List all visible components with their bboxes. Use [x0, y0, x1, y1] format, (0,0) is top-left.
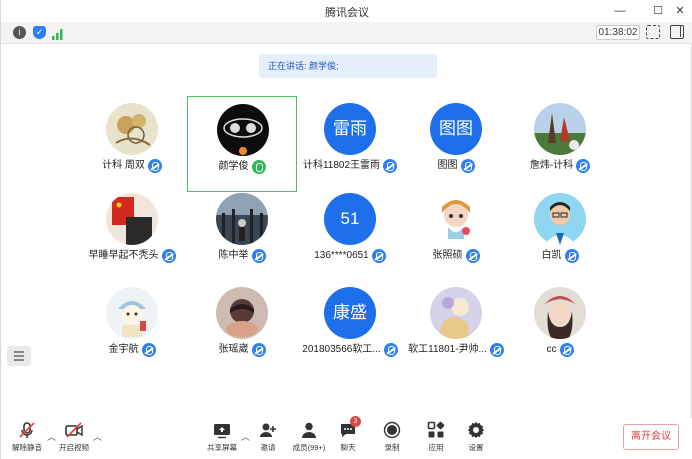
info-bar: i ✓ 01:38:02 — [1, 22, 692, 44]
avatar — [534, 193, 586, 245]
participant-name: 詹炜-计科 — [529, 160, 574, 171]
chat-icon: 3 — [339, 416, 361, 439]
avatar — [106, 103, 158, 155]
apps-button[interactable]: 应用 — [416, 421, 456, 457]
fullscreen-icon[interactable] — [646, 25, 660, 39]
sidebar-toggle-icon[interactable] — [670, 25, 684, 39]
record-icon — [383, 421, 401, 439]
chat-button[interactable]: 3 聊天 — [328, 416, 368, 457]
mic-muted-icon — [147, 159, 162, 173]
maximize-icon[interactable]: ☐ — [649, 3, 667, 19]
mic-muted-icon — [141, 343, 156, 357]
mic-muted-icon — [371, 249, 386, 263]
avatar: 康盛 — [324, 287, 376, 339]
participant-tile[interactable]: 图图 图图 — [401, 96, 511, 192]
participant-name: 图图 — [437, 160, 458, 171]
avatar — [430, 193, 482, 245]
mic-muted-icon — [161, 249, 176, 263]
mic-muted-icon — [18, 421, 36, 439]
mic-muted-icon — [460, 159, 475, 173]
participant-tile[interactable]: 颜学俊 — [187, 96, 297, 192]
participant-name: 颜学俊 — [218, 161, 249, 172]
avatar — [106, 287, 158, 339]
participant-name: cc — [546, 344, 557, 355]
participant-tile[interactable]: cc — [505, 280, 615, 376]
signal-icon[interactable] — [52, 27, 64, 40]
mic-muted-icon — [576, 159, 591, 173]
avatar — [216, 193, 268, 245]
leave-meeting-button[interactable]: 离开会议 — [623, 424, 679, 450]
avatar — [216, 287, 268, 339]
participant-name-row: 白凯 — [495, 248, 625, 264]
avatar — [534, 103, 586, 155]
participant-tile[interactable]: 张照硕 — [401, 186, 511, 282]
participant-tile[interactable]: 计科 周双 — [77, 96, 187, 192]
avatar — [106, 193, 158, 245]
participant-name-row: cc — [495, 342, 625, 358]
shield-icon[interactable]: ✓ — [33, 26, 46, 39]
participant-tile[interactable]: 51 136****0651 — [295, 186, 405, 282]
participant-name: 软工11801-尹帅... — [408, 344, 487, 355]
camera-off-icon — [65, 421, 83, 439]
mic-muted-icon — [251, 249, 266, 263]
participant-name: 201803566软工... — [302, 344, 381, 355]
close-icon[interactable]: ✕ — [671, 3, 689, 19]
participant-tile[interactable]: 陈中举 — [187, 186, 297, 282]
participant-tile[interactable]: 早睡早起不秃头 — [77, 186, 187, 282]
mic-active-icon — [251, 160, 266, 174]
share-screen-button[interactable]: 共享屏幕 — [202, 421, 242, 457]
mic-muted-icon — [251, 343, 266, 357]
participant-tile[interactable]: 软工11801-尹帅... — [401, 280, 511, 376]
unmute-button[interactable]: 解除静音 — [7, 421, 47, 457]
participant-name: 白凯 — [541, 250, 562, 261]
info-icon[interactable]: i — [13, 26, 26, 39]
meeting-window: 腾讯会议 — ☐ ✕ i ✓ 01:38:02 正在讲话: 颜学俊; 计科 周双… — [0, 0, 692, 459]
invite-button[interactable]: 邀请 — [248, 421, 288, 457]
participant-tile[interactable]: 张瑶崴 — [187, 280, 297, 376]
mic-muted-icon — [564, 249, 579, 263]
participant-tile[interactable]: 詹炜-计科 — [505, 96, 615, 192]
meeting-toolbar: 解除静音 ︿ 开启视频 ︿ 共享屏幕 ︿ 邀请 成员(99+) 3 聊天 录制 … — [1, 416, 692, 459]
participant-tile[interactable]: 雷雨计科11802王雷雨 — [295, 96, 405, 192]
minimize-icon[interactable]: — — [611, 3, 629, 19]
share-screen-icon — [213, 421, 231, 439]
participant-name: 陈中举 — [218, 250, 249, 261]
participant-tile[interactable]: 康盛 201803566软工... — [295, 280, 405, 376]
avatar — [217, 104, 269, 156]
participant-name: 计科 周双 — [102, 160, 145, 171]
participant-name-row: 詹炜-计科 — [495, 158, 625, 174]
participant-name: 早睡早起不秃头 — [88, 250, 159, 261]
participant-name: 金宇航 — [108, 344, 139, 355]
members-icon — [300, 421, 318, 439]
participant-list-handle[interactable] — [7, 346, 31, 366]
title-bar: 腾讯会议 — ☐ ✕ — [1, 0, 692, 22]
participant-name: 136****0651 — [314, 250, 369, 261]
avatar: 雷雨 — [324, 103, 376, 155]
add-user-icon — [259, 421, 277, 439]
record-button[interactable]: 录制 — [372, 421, 412, 457]
avatar — [534, 287, 586, 339]
window-title: 腾讯会议 — [325, 7, 369, 19]
participant-name: 张照硕 — [432, 250, 463, 261]
video-options-chevron-icon[interactable]: ︿ — [93, 430, 102, 443]
meeting-timer: 01:38:02 — [596, 25, 640, 40]
participant-name: 计科11802王雷雨 — [302, 160, 381, 171]
avatar — [430, 287, 482, 339]
participant-tile[interactable]: 金宇航 — [77, 280, 187, 376]
settings-button[interactable]: 设置 — [456, 421, 496, 457]
gear-icon — [467, 421, 485, 439]
members-button[interactable]: 成员(99+) — [289, 421, 329, 457]
speaking-indicator: 正在讲话: 颜学俊; — [259, 54, 437, 78]
avatar: 图图 — [430, 103, 482, 155]
start-video-button[interactable]: 开启视频 — [54, 421, 94, 457]
avatar: 51 — [324, 193, 376, 245]
mic-muted-icon — [559, 343, 574, 357]
chat-unread-badge: 3 — [350, 416, 361, 427]
participant-tile[interactable]: 白凯 — [505, 186, 615, 282]
apps-grid-icon — [427, 421, 445, 439]
mic-muted-icon — [465, 249, 480, 263]
participant-name: 张瑶崴 — [218, 344, 249, 355]
